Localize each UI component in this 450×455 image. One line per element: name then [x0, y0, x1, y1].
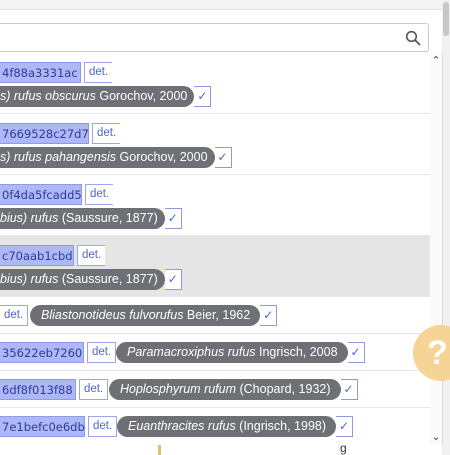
det-button[interactable]: det.	[0, 305, 29, 326]
taxon-italic: rufus obscurus	[13, 89, 96, 103]
check-icon[interactable]: ✓	[336, 416, 354, 437]
taxon-italic: Hoplosphyrum rufum	[120, 382, 237, 396]
specimen-hash[interactable]: 6df8f013f88	[0, 379, 76, 400]
dropdown-scrollbar[interactable]: ⌃ ⌄	[430, 53, 442, 445]
taxon-author: (Saussure, 1877)	[58, 272, 158, 286]
det-button[interactable]: det.	[88, 416, 118, 437]
det-button[interactable]: det.	[87, 342, 117, 363]
det-button[interactable]: det.	[85, 184, 114, 205]
check-icon[interactable]: ✓	[214, 147, 232, 168]
taxon-name[interactable]: s) rufus obscurus Gorochov, 2000 ✓	[0, 86, 212, 107]
taxon-name[interactable]: Bliastonotideus fulvorufus Beier, 1962 ✓	[30, 305, 278, 326]
underlying-text: g	[340, 441, 347, 455]
taxon-pill: Paramacroxiphus rufus Ingrisch, 2008	[116, 342, 348, 363]
taxon-prefix: bius)	[0, 211, 31, 225]
taxon-name[interactable]: bius) rufus (Saussure, 1877) ✓	[0, 269, 182, 290]
taxon-name[interactable]: Hoplosphyrum rufum (Chopard, 1932) ✓	[109, 379, 358, 400]
taxon-prefix: s)	[0, 150, 14, 164]
det-button[interactable]: det.	[79, 379, 109, 400]
taxon-italic: Bliastonotideus fulvorufus	[41, 308, 184, 322]
taxon-name[interactable]: s) rufus pahangensis Gorochov, 2000 ✓	[0, 147, 232, 168]
search-input[interactable]	[0, 24, 402, 51]
check-icon[interactable]: ✓	[260, 305, 278, 326]
taxon-italic: rufus pahangensis	[13, 150, 117, 164]
result-row[interactable]: det. Bliastonotideus fulvorufus Beier, 1…	[0, 297, 430, 334]
taxon-pill: bius) rufus (Saussure, 1877)	[0, 208, 165, 229]
taxon-pill: s) rufus obscurus Gorochov, 2000	[0, 86, 195, 107]
taxon-author: Gorochov, 2000	[116, 150, 208, 164]
page-marker	[158, 445, 161, 455]
page-scrollbar-thumb[interactable]	[443, 2, 449, 36]
det-button[interactable]: det.	[77, 245, 106, 266]
taxon-pill: s) rufus pahangensis Gorochov, 2000	[0, 147, 215, 168]
result-row-selected[interactable]: c70aab1cbd det. bius) rufus (Saussure, 1…	[0, 236, 430, 297]
scroll-up-icon[interactable]: ⌃	[430, 55, 442, 67]
taxon-author: Beier, 1962	[183, 308, 251, 322]
specimen-hash[interactable]: 35622eb7260	[0, 342, 84, 363]
taxon-pill: Hoplosphyrum rufum (Chopard, 1932)	[109, 379, 341, 400]
taxon-author: Gorochov, 2000	[95, 89, 188, 103]
check-icon[interactable]: ✓	[347, 342, 365, 363]
taxon-prefix: bius)	[0, 272, 31, 286]
result-row[interactable]: 7669528c27d7 det. s) rufus pahangensis G…	[0, 114, 430, 175]
taxon-italic: rufus	[30, 211, 59, 225]
result-row[interactable]: 7e1befc0e6db det. Euanthracites rufus (I…	[0, 408, 430, 445]
taxon-author: (Chopard, 1932)	[236, 382, 331, 396]
search-icon[interactable]	[405, 30, 421, 46]
taxon-author: (Saussure, 1877)	[58, 211, 158, 225]
scroll-down-icon[interactable]: ⌄	[430, 431, 442, 443]
taxon-pill: Euanthracites rufus (Ingrisch, 1998)	[117, 416, 337, 437]
taxon-prefix: s)	[0, 89, 14, 103]
taxon-pill: Bliastonotideus fulvorufus Beier, 1962	[30, 305, 261, 326]
check-icon[interactable]: ✓	[164, 208, 182, 229]
taxon-author: Ingrisch, 2008	[255, 345, 338, 359]
specimen-hash[interactable]: 7e1befc0e6db	[0, 416, 85, 437]
taxon-name[interactable]: Paramacroxiphus rufus Ingrisch, 2008 ✓	[116, 342, 365, 363]
taxon-name[interactable]: bius) rufus (Saussure, 1877) ✓	[0, 208, 182, 229]
taxon-italic: Paramacroxiphus rufus	[127, 345, 256, 359]
check-icon[interactable]: ✓	[340, 379, 358, 400]
result-row[interactable]: 35622eb7260 det. Paramacroxiphus rufus I…	[0, 334, 430, 371]
top-bar	[0, 0, 442, 10]
taxon-author: (Ingrisch, 1998)	[235, 419, 327, 433]
taxon-name[interactable]: Euanthracites rufus (Ingrisch, 1998) ✓	[117, 416, 354, 437]
det-button[interactable]: det.	[92, 123, 121, 144]
result-row[interactable]: 4f88a3331ac det. s) rufus obscurus Goroc…	[0, 53, 430, 114]
search-box[interactable]	[0, 23, 429, 52]
specimen-hash[interactable]: c70aab1cbd	[0, 245, 74, 266]
specimen-hash[interactable]: 0f4da5fcadd5	[0, 184, 82, 205]
page-scrollbar[interactable]	[442, 0, 450, 455]
det-button[interactable]: det.	[84, 62, 113, 83]
taxon-pill: bius) rufus (Saussure, 1877)	[0, 269, 165, 290]
result-row[interactable]: 0f4da5fcadd5 det. bius) rufus (Saussure,…	[0, 175, 430, 236]
result-row[interactable]: 6df8f013f88 det. Hoplosphyrum rufum (Cho…	[0, 371, 430, 408]
underlying-page: g	[0, 441, 442, 455]
taxon-italic: rufus	[30, 272, 59, 286]
specimen-hash[interactable]: 7669528c27d7	[0, 123, 89, 144]
results-dropdown: 4f88a3331ac det. s) rufus obscurus Goroc…	[0, 53, 443, 445]
check-icon[interactable]: ✓	[194, 86, 212, 107]
specimen-hash[interactable]: 4f88a3331ac	[0, 62, 81, 83]
check-icon[interactable]: ✓	[164, 269, 182, 290]
taxon-italic: Euanthracites rufus	[128, 419, 236, 433]
